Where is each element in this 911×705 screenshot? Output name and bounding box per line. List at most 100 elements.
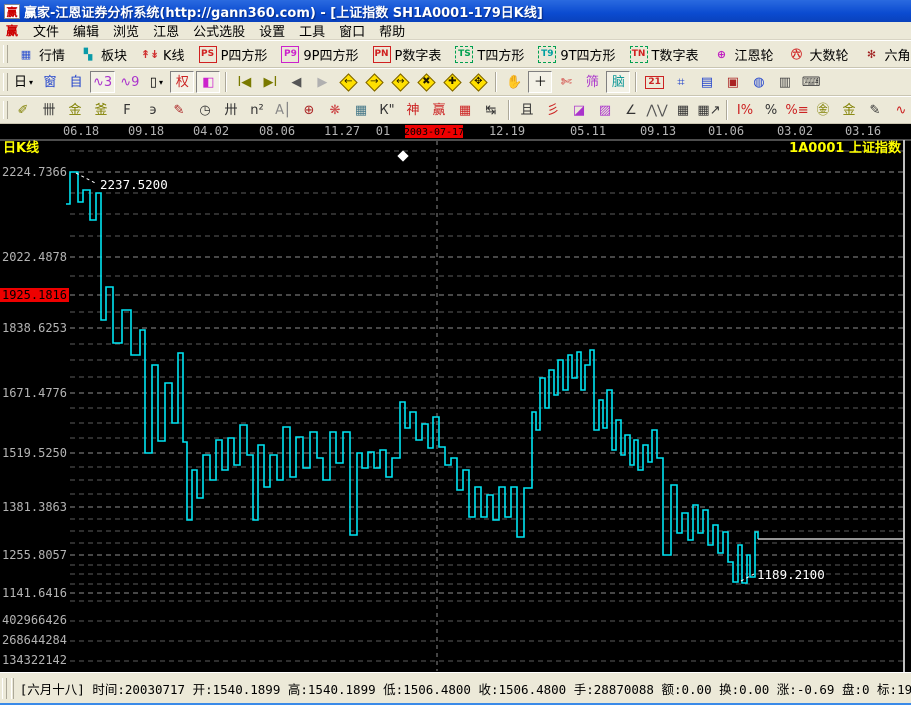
gold-circle-icon[interactable]: ㊎ <box>811 99 835 121</box>
sieve-tool-button[interactable]: 筛 <box>580 71 604 93</box>
notes-icon[interactable]: ▤ <box>695 71 719 93</box>
computer-icon[interactable]: ⌨ <box>799 71 824 93</box>
calendar-icon[interactable]: 21 <box>642 71 667 93</box>
menu-item-file[interactable]: 文件 <box>26 20 66 41</box>
status-gripper2[interactable] <box>11 678 14 699</box>
menu-item-view[interactable]: 浏览 <box>106 20 146 41</box>
nav-plus-diamond-button[interactable]: ✚ <box>440 70 464 94</box>
k-marks-icon[interactable]: К" <box>375 99 399 121</box>
multi-window-icon[interactable]: 窗 <box>38 71 62 93</box>
pen2-icon[interactable]: ✎ <box>863 99 887 121</box>
gold-grid2-icon[interactable]: 釜 <box>89 99 113 121</box>
toolbar-button-hexagon[interactable]: ✻六角形 <box>859 42 911 66</box>
toolbar-button-t-number-table[interactable]: TNT数字表 <box>626 42 703 66</box>
grid-arrow-icon[interactable]: ▦↗ <box>697 99 721 121</box>
nav-right-diamond-button[interactable]: → <box>362 70 386 94</box>
toolbar-button-gann-wheel[interactable]: ⊕江恩轮 <box>709 42 778 66</box>
crosshair-tool-button[interactable]: ＋ <box>528 71 552 93</box>
candle-style-dropdown[interactable]: ▯▾ <box>144 71 168 93</box>
percent-icon[interactable]: % <box>759 99 783 121</box>
circle-cross-icon[interactable]: ⊕ <box>297 99 321 121</box>
f-grid-icon[interactable]: F <box>115 99 139 121</box>
chart-area[interactable]: 2224.73662022.48781925.18161838.62531671… <box>0 124 911 672</box>
menu-item-edit[interactable]: 编辑 <box>66 20 106 41</box>
candle-style-dropdown-glyph: ▯ <box>150 76 157 89</box>
gold-grid2-icon-glyph: 釜 <box>94 104 107 117</box>
brain-tool-button[interactable]: 脑 <box>606 71 630 93</box>
width-arrows-icon[interactable]: ↹ <box>479 99 503 121</box>
status-gripper[interactable] <box>2 678 7 699</box>
toolbar-button-p-number-table[interactable]: PNP数字表 <box>369 42 446 66</box>
angle-a-icon[interactable]: A⎮ <box>271 99 295 121</box>
menu-item-settings[interactable]: 设置 <box>252 20 292 41</box>
toolbar-button-p-square[interactable]: PSP四方形 <box>195 42 272 66</box>
gold-grid-icon[interactable]: 金 <box>63 99 87 121</box>
last-page-button[interactable]: ▶Ι <box>258 71 282 93</box>
menu-item-window[interactable]: 窗口 <box>332 20 372 41</box>
gold-lines-icon[interactable]: 金 <box>837 99 861 121</box>
volume-axis-label: 268644284 <box>2 633 67 647</box>
spiral9-icon[interactable]: ϶ <box>141 99 165 121</box>
save-icon[interactable]: ▣ <box>721 71 745 93</box>
menu-item-formula-stock-pick[interactable]: 公式选股 <box>186 20 252 41</box>
toolbar-button-9t-square[interactable]: T99T四方形 <box>534 42 619 66</box>
toolbar-label-t-number-table: T数字表 <box>652 45 699 64</box>
toolbar-button-big-number-wheel[interactable]: ㊅大数轮 <box>784 42 853 66</box>
ying-tool-icon[interactable]: 赢 <box>427 99 451 121</box>
grid-lines-icon[interactable]: 卌 <box>37 99 61 121</box>
export-icon[interactable]: ▥ <box>773 71 797 93</box>
menu-item-tools[interactable]: 工具 <box>292 20 332 41</box>
first-page-button[interactable]: Ι◀ <box>232 71 256 93</box>
grid-123-icon[interactable]: ▦ <box>453 99 477 121</box>
volume-profile-icon[interactable]: ◧ <box>196 71 220 93</box>
square-rays-icon[interactable]: ▨ <box>593 99 617 121</box>
info-panel-icon[interactable]: 自 <box>64 71 88 93</box>
dense-grid-icon[interactable]: ▦ <box>671 99 695 121</box>
toolbar-button-kline[interactable]: ↟↡K线 <box>137 42 189 66</box>
chart-canvas[interactable]: 2224.73662022.48781925.18161838.62531671… <box>0 124 911 672</box>
toolbar-button-9p-square[interactable]: P99P四方形 <box>277 42 362 66</box>
menu-item-help[interactable]: 帮助 <box>372 20 412 41</box>
cut-tool-button[interactable]: ✄ <box>554 71 578 93</box>
toolbar-button-quotes[interactable]: ▦行情 <box>13 42 69 66</box>
toolbar-label-t-square: T四方形 <box>477 45 524 64</box>
wave-tool-icon[interactable]: ∿ <box>889 99 911 121</box>
frame-tool-icon[interactable]: 且 <box>515 99 539 121</box>
clock-cycle-icon[interactable]: ◷ <box>193 99 217 121</box>
shen-tool-icon[interactable]: 神 <box>401 99 425 121</box>
knife-tool-icon[interactable]: ✐ <box>11 99 35 121</box>
next-bar-button[interactable]: ▶ <box>310 71 334 93</box>
prev-bar-button[interactable]: ◀ <box>284 71 308 93</box>
toolbar-button-sectors[interactable]: ▚板块 <box>75 42 131 66</box>
rights-adjust-icon[interactable]: 权 <box>170 71 194 93</box>
percent-icon-glyph: % <box>765 104 777 117</box>
polygon-icon[interactable]: ◪ <box>567 99 591 121</box>
nav-expand-diamond-button[interactable]: ↔ <box>388 70 412 94</box>
toolbar-button-t-square[interactable]: TST四方形 <box>451 42 528 66</box>
calculator-icon[interactable]: ⌗ <box>669 71 693 93</box>
web-save-icon[interactable]: ◍ <box>747 71 771 93</box>
nav-cross-diamond-button[interactable]: ✖ <box>414 70 438 94</box>
nav-left-diamond-button[interactable]: ← <box>336 70 360 94</box>
percent-lines-icon[interactable]: %≡ <box>785 99 809 121</box>
menu-items: 文件编辑浏览江恩公式选股设置工具窗口帮助 <box>26 20 412 41</box>
angle-pen-icon[interactable]: ∠ <box>619 99 643 121</box>
nav-star-diamond-button[interactable]: ✥ <box>466 70 490 94</box>
zigzag-icon[interactable]: ⋀⋁ <box>645 99 669 121</box>
toolbar-label-kline: K线 <box>163 45 185 64</box>
menu-item-gann[interactable]: 江恩 <box>146 20 186 41</box>
web-wheel-icon[interactable]: ❋ <box>323 99 347 121</box>
n-squared-icon[interactable]: n² <box>245 99 269 121</box>
y-axis-label: 1381.3863 <box>2 500 67 514</box>
period-day-button[interactable]: 日▾ <box>11 71 36 93</box>
title-bar[interactable]: 赢 赢家-江恩证券分析系统(http://gann360.com) - [上证指… <box>0 0 911 22</box>
percent-line-icon[interactable]: Ⅰ% <box>733 99 757 121</box>
pen-tool-icon[interactable]: ✎ <box>167 99 191 121</box>
x-axis-label: 01.06 <box>708 124 744 138</box>
hand-tool-button[interactable]: ✋ <box>502 71 526 93</box>
grid-web-icon[interactable]: ▦ <box>349 99 373 121</box>
swing-9-icon[interactable]: ∿9 <box>117 71 142 93</box>
swing-3-icon[interactable]: ∿3 <box>90 71 115 93</box>
comb-icon[interactable]: 卅 <box>219 99 243 121</box>
rays-icon[interactable]: 彡 <box>541 99 565 121</box>
